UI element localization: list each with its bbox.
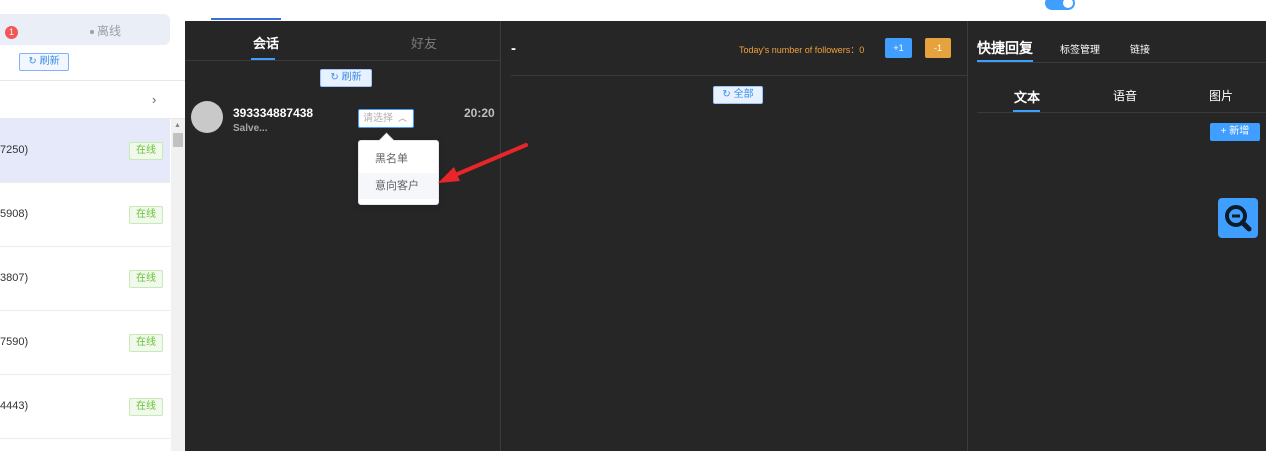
followers-count-text: Today's number of followers：0 bbox=[739, 45, 865, 55]
dropdown-option-blacklist[interactable]: 黑名单 bbox=[359, 146, 438, 172]
divider bbox=[977, 62, 1266, 63]
subtab-text[interactable]: 文本 bbox=[1014, 87, 1040, 106]
offline-dot-icon bbox=[90, 29, 94, 34]
tag-dropdown-menu: 黑名单 意向客户 bbox=[358, 140, 439, 205]
avatar bbox=[191, 101, 223, 133]
scroll-thumb[interactable] bbox=[173, 133, 183, 147]
divider bbox=[185, 60, 500, 61]
active-top-tab-indicator bbox=[211, 18, 281, 20]
sessions-panel: 会话 好友 ↻ 刷新 393334887438 Salve... 20:20 请… bbox=[185, 21, 500, 451]
message-preview: Salve... bbox=[233, 123, 268, 134]
device-row[interactable]: 3807) 在线 bbox=[0, 247, 170, 311]
tab-chats[interactable]: 会话 bbox=[253, 33, 279, 52]
decrement-followers-button[interactable]: -1 bbox=[925, 38, 951, 58]
add-reply-button[interactable]: + 新增 bbox=[1210, 123, 1260, 141]
divider bbox=[0, 80, 185, 81]
device-list: 7250) 在线 5908) 在线 3807) 在线 7590) 在线 4443… bbox=[0, 119, 170, 439]
increment-followers-button[interactable]: +1 bbox=[885, 38, 912, 58]
zoom-out-button[interactable] bbox=[1218, 198, 1258, 238]
dropdown-option-prospect[interactable]: 意向客户 bbox=[359, 173, 438, 199]
scroll-up-icon[interactable]: ▲ bbox=[174, 122, 181, 129]
device-list-scrollbar[interactable]: ▲ bbox=[171, 119, 185, 451]
device-id: 4443) bbox=[0, 400, 29, 412]
tag-select[interactable]: 请选择 ︿ bbox=[358, 109, 414, 128]
offline-label: 离线 bbox=[97, 24, 122, 38]
tab-tag-management[interactable]: 标签管理 bbox=[1060, 41, 1100, 56]
divider bbox=[511, 75, 967, 76]
contact-phone: 393334887438 bbox=[233, 106, 314, 120]
top-tab-strip bbox=[185, 0, 1266, 21]
device-id: 5908) bbox=[0, 208, 29, 220]
offline-filter[interactable]: 离线 bbox=[90, 22, 121, 39]
app-root: 1 离线 ↻ 刷新 › 7250) 在线 5908) 在线 3807) 在线 7… bbox=[0, 0, 1266, 451]
notification-badge: 1 bbox=[5, 26, 18, 39]
tag-select-placeholder: 请选择 bbox=[363, 113, 393, 124]
annotation-arrow-icon bbox=[438, 143, 528, 183]
zoom-out-icon bbox=[1225, 205, 1252, 232]
online-status-tag: 在线 bbox=[129, 398, 163, 416]
chat-title: - bbox=[511, 40, 516, 57]
subtab-voice[interactable]: 语音 bbox=[1113, 87, 1137, 104]
tab-links[interactable]: 链接 bbox=[1130, 41, 1150, 56]
online-status-tag: 在线 bbox=[129, 334, 163, 352]
message-time: 20:20 bbox=[464, 106, 495, 120]
online-status-tag: 在线 bbox=[129, 142, 163, 160]
online-status-tag: 在线 bbox=[129, 270, 163, 288]
top-toggle-switch[interactable] bbox=[1045, 0, 1075, 10]
divider bbox=[977, 112, 1266, 113]
device-row[interactable]: 7250) 在线 bbox=[0, 119, 170, 183]
online-status-tag: 在线 bbox=[129, 206, 163, 224]
device-refresh-button[interactable]: ↻ 刷新 bbox=[19, 53, 69, 71]
device-row[interactable]: 7590) 在线 bbox=[0, 311, 170, 375]
device-id: 3807) bbox=[0, 272, 29, 284]
device-row[interactable]: 5908) 在线 bbox=[0, 183, 170, 247]
device-id: 7250) bbox=[0, 144, 29, 156]
status-filter-bar: 1 bbox=[0, 14, 170, 45]
quick-reply-panel: 快捷回复 标签管理 链接 文本 语音 图片 + 新增 bbox=[968, 21, 1266, 451]
chat-list-item[interactable]: 393334887438 Salve... 20:20 请选择 ︿ bbox=[185, 99, 500, 139]
sessions-refresh-button[interactable]: ↻ 刷新 bbox=[320, 69, 372, 87]
tab-quick-reply[interactable]: 快捷回复 bbox=[977, 38, 1033, 58]
load-all-button[interactable]: ↻ 全部 bbox=[713, 86, 763, 104]
subtab-image[interactable]: 图片 bbox=[1209, 87, 1233, 104]
tab-friends[interactable]: 好友 bbox=[411, 33, 437, 52]
chat-panel: - Today's number of followers：0 +1 -1 ↻ … bbox=[501, 21, 967, 451]
device-row[interactable]: 4443) 在线 bbox=[0, 375, 170, 439]
chevron-up-icon: ︿ bbox=[397, 113, 407, 123]
chevron-right-icon[interactable]: › bbox=[152, 92, 156, 107]
device-panel: 1 离线 ↻ 刷新 › 7250) 在线 5908) 在线 3807) 在线 7… bbox=[0, 0, 185, 451]
device-id: 7590) bbox=[0, 336, 29, 348]
